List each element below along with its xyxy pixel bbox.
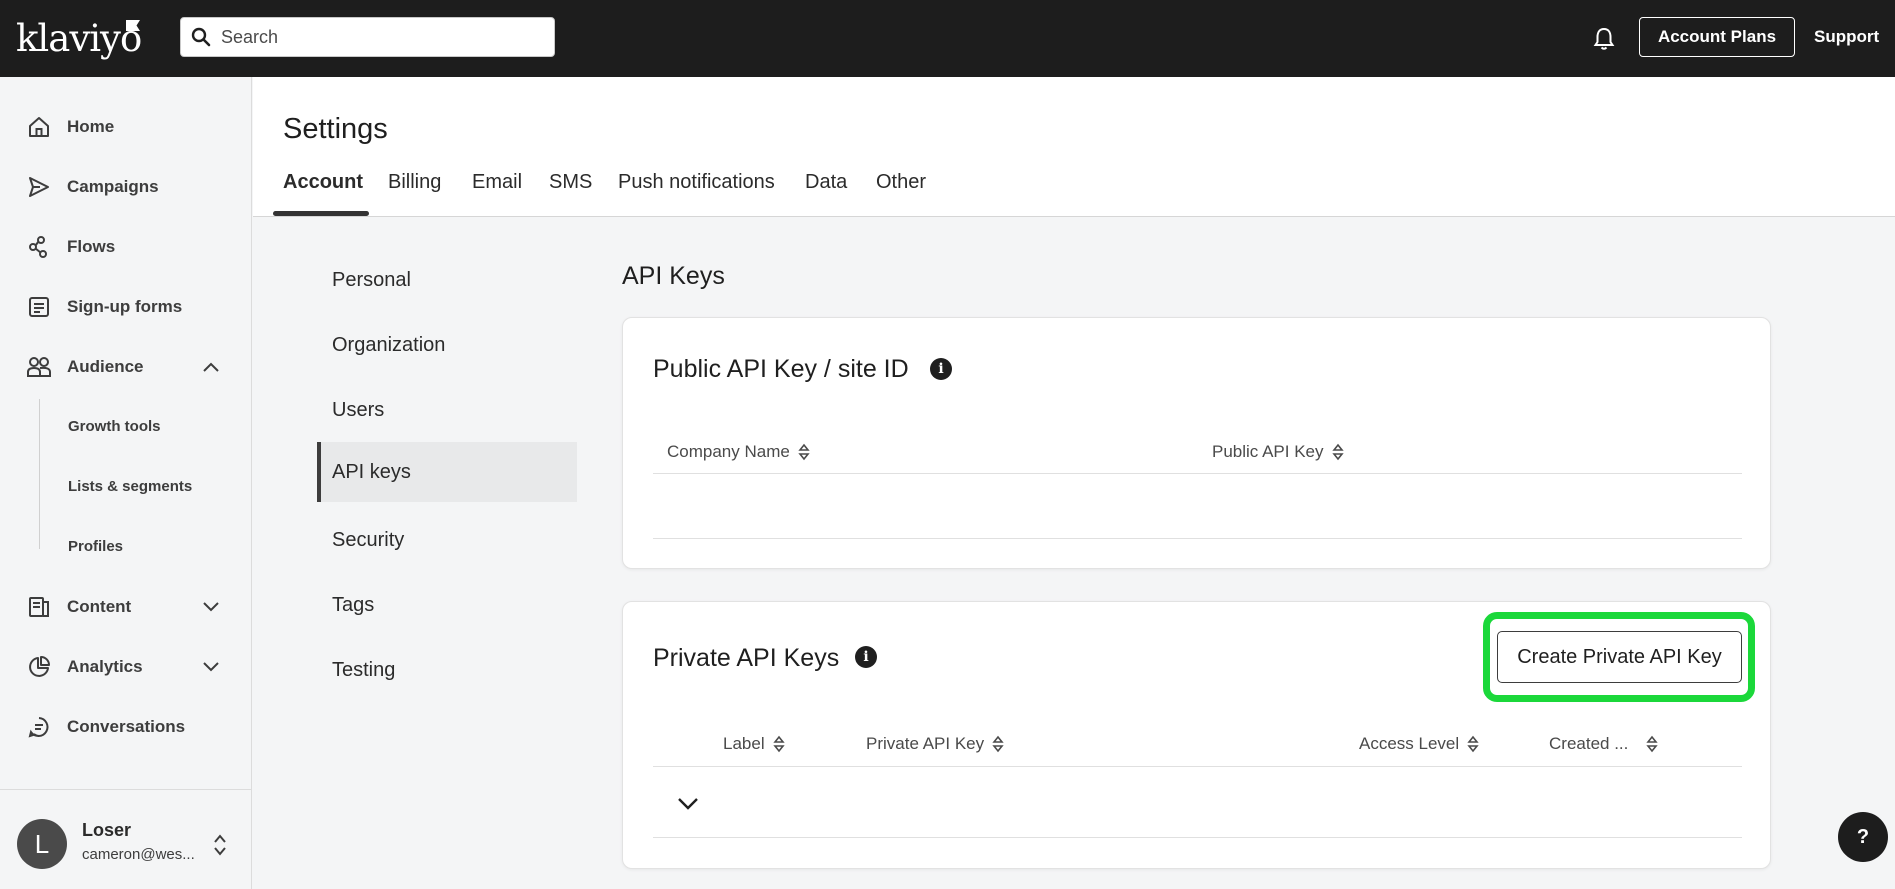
settings-item-organization[interactable]: Organization	[317, 315, 577, 375]
sidebar-subitem-growth-tools[interactable]: Growth tools	[68, 418, 161, 435]
table-divider	[653, 538, 1742, 539]
tab-email[interactable]: Email	[472, 171, 522, 194]
public-api-key-title: Public API Key / site ID	[653, 355, 909, 383]
column-label: Company Name	[667, 442, 790, 461]
sort-icon	[1646, 735, 1659, 753]
tab-sms[interactable]: SMS	[549, 171, 592, 194]
klaviyo-logo[interactable]: klaviyo	[16, 17, 142, 60]
settings-item-testing[interactable]: Testing	[317, 640, 577, 700]
form-icon	[26, 294, 52, 320]
people-icon	[26, 354, 52, 380]
tab-push-notifications[interactable]: Push notifications	[618, 171, 775, 194]
sidebar-item-label: Content	[67, 597, 132, 616]
sidebar-item-analytics[interactable]: Analytics	[0, 642, 252, 692]
column-public-api-key[interactable]: Public API Key	[1212, 442, 1344, 462]
avatar: L	[17, 819, 67, 869]
chevron-up-icon[interactable]	[200, 356, 222, 378]
account-plans-button[interactable]: Account Plans	[1639, 17, 1795, 57]
settings-item-security[interactable]: Security	[317, 510, 577, 570]
sort-icon	[1467, 735, 1479, 753]
user-menu[interactable]: L Loser cameron@wes...	[0, 789, 252, 889]
sidebar: Home Campaigns Flows Sign-up forms Audie…	[0, 77, 252, 889]
column-label: Created ...	[1549, 734, 1629, 753]
column-label: Private API Key	[866, 734, 985, 753]
column-created[interactable]: Created ...	[1549, 734, 1659, 754]
top-bar: klaviyo Account Plans Support	[0, 0, 1895, 77]
create-private-api-key-button[interactable]: Create Private API Key	[1497, 631, 1742, 683]
notifications-bell-icon[interactable]	[1589, 24, 1619, 54]
chevron-down-icon[interactable]	[200, 596, 222, 618]
sidebar-item-label: Home	[67, 117, 115, 136]
chevron-up-down-icon[interactable]	[208, 830, 232, 860]
sidebar-item-conversations[interactable]: Conversations	[0, 702, 252, 752]
submenu-divider	[39, 399, 40, 549]
column-label: Access Level	[1359, 734, 1460, 753]
chevron-down-icon[interactable]	[675, 790, 701, 816]
sidebar-item-label: Campaigns	[67, 177, 159, 196]
sidebar-item-home[interactable]: Home	[0, 102, 252, 152]
column-label: Public API Key	[1212, 442, 1324, 461]
sidebar-item-label: Analytics	[67, 657, 143, 676]
sort-icon	[1331, 443, 1344, 461]
section-title: API Keys	[622, 262, 725, 290]
chat-icon	[26, 714, 52, 740]
tab-billing[interactable]: Billing	[388, 171, 441, 194]
active-tab-indicator	[273, 211, 369, 216]
home-icon	[26, 114, 52, 140]
table-divider	[653, 473, 1742, 474]
user-name: Loser	[82, 820, 132, 840]
sidebar-item-campaigns[interactable]: Campaigns	[0, 162, 252, 212]
sort-icon	[992, 735, 1004, 753]
column-access-level[interactable]: Access Level	[1359, 734, 1479, 754]
flows-icon	[26, 234, 52, 260]
sidebar-subitem-lists-segments[interactable]: Lists & segments	[68, 478, 192, 495]
tab-other[interactable]: Other	[876, 171, 926, 194]
table-divider	[653, 766, 1742, 767]
table-divider	[653, 837, 1742, 838]
info-icon[interactable]: i	[855, 646, 877, 668]
content-icon	[26, 594, 52, 620]
column-label: Label	[723, 734, 765, 753]
sidebar-item-flows[interactable]: Flows	[0, 222, 252, 272]
tab-data[interactable]: Data	[805, 171, 847, 194]
sidebar-item-label: Flows	[67, 237, 116, 256]
public-api-key-card: Public API Key / site ID i Company Name …	[622, 317, 1771, 569]
settings-item-tags[interactable]: Tags	[317, 575, 577, 635]
sidebar-item-audience[interactable]: Audience	[0, 342, 252, 392]
sidebar-item-label: Conversations	[67, 717, 186, 736]
column-label-header[interactable]: Label	[723, 734, 785, 754]
info-icon[interactable]: i	[930, 358, 952, 380]
settings-header: Settings Account Billing Email SMS Push …	[253, 77, 1895, 217]
search-box[interactable]	[180, 17, 555, 57]
sidebar-item-label: Audience	[67, 357, 144, 376]
private-api-keys-title: Private API Keys	[653, 644, 840, 672]
tab-account[interactable]: Account	[283, 171, 363, 194]
send-icon	[26, 174, 52, 200]
sort-icon	[798, 443, 810, 461]
sort-icon	[772, 735, 785, 753]
page-title: Settings	[283, 113, 388, 145]
sidebar-item-content[interactable]: Content	[0, 582, 252, 632]
settings-item-api-keys[interactable]: API keys	[317, 442, 577, 502]
support-link[interactable]: Support	[1814, 27, 1879, 47]
search-input[interactable]	[221, 26, 541, 48]
settings-item-personal[interactable]: Personal	[317, 250, 577, 310]
help-button[interactable]: ?	[1838, 812, 1888, 862]
settings-item-users[interactable]: Users	[317, 380, 577, 440]
sidebar-item-label: Sign-up forms	[67, 297, 183, 316]
search-icon	[181, 17, 221, 57]
sidebar-item-signup-forms[interactable]: Sign-up forms	[0, 282, 252, 332]
column-private-api-key[interactable]: Private API Key	[866, 734, 1004, 754]
chevron-down-icon[interactable]	[200, 656, 222, 678]
user-email: cameron@wes...	[82, 846, 195, 863]
sidebar-subitem-profiles[interactable]: Profiles	[68, 538, 123, 555]
column-company-name[interactable]: Company Name	[667, 442, 810, 462]
chart-icon	[26, 654, 52, 680]
